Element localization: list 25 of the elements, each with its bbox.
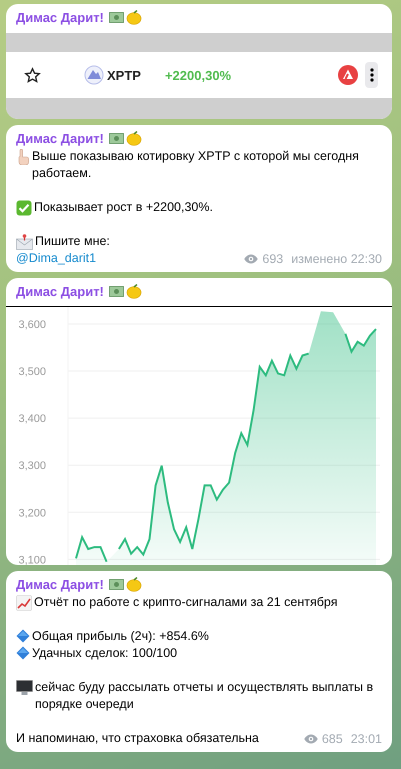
- message-text: Отчёт по работе с крипто-сигналами за 21 сентября: [34, 594, 338, 611]
- message-text: Общая прибыль (2ч): +854.6%: [32, 628, 209, 645]
- axis-label: 3,300: [18, 460, 46, 472]
- message-text: И напоминаю, что страховка обязательна: [16, 730, 259, 747]
- message-time: 23:01: [350, 732, 382, 746]
- axis-label: 3,500: [18, 366, 46, 378]
- message-text: Удачных сделок: 100/100: [32, 645, 178, 662]
- message-text: Показывает рост в +2200,30%.: [34, 199, 213, 216]
- message-text: Выше показываю котировку XPTP с которой мы сегодня работаем.: [32, 148, 360, 182]
- sender-name[interactable]: Димас Дарит!: [16, 577, 104, 592]
- message-text: Пишите мне:: [35, 233, 110, 250]
- change-value: +2200,30%: [164, 68, 232, 82]
- views-count: 693: [262, 252, 284, 266]
- sender-name[interactable]: Димас Дарит!: [16, 10, 104, 25]
- axis-label: 3,400: [18, 413, 46, 426]
- views-count: 685: [322, 732, 343, 746]
- username-link[interactable]: @Dima_darit1: [16, 250, 96, 267]
- message-text: сейчас буду рассылать отчеты и осуществлять выплаты в порядке очереди: [35, 679, 374, 713]
- message-time: изменено 22:30: [291, 252, 382, 266]
- axis-label: 3,100: [18, 554, 46, 565]
- ticker-label: XPTP: [107, 68, 141, 82]
- axis-label: 3,200: [18, 507, 46, 520]
- axis-label: 3,600: [18, 318, 46, 331]
- sender-name[interactable]: Димас Дарит!: [16, 131, 104, 146]
- sender-name[interactable]: Димас Дарит!: [16, 284, 104, 299]
